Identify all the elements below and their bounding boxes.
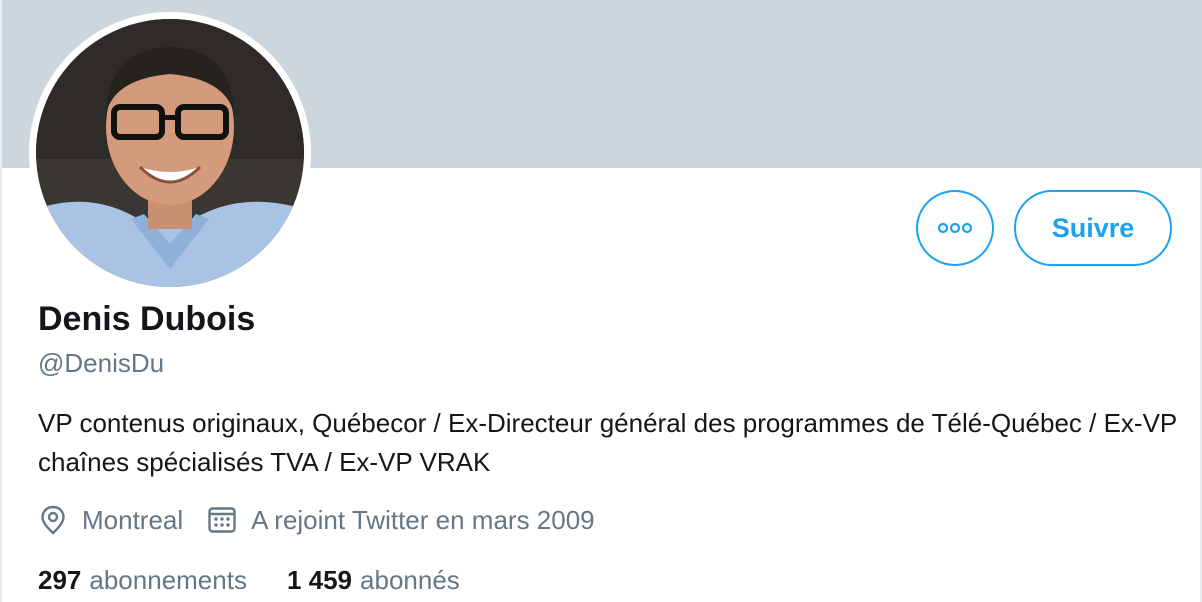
calendar-icon — [207, 505, 237, 535]
profile-stats: 297 abonnements 1 459 abonnés — [38, 560, 460, 600]
profile-card: Suivre Denis Dubois @DenisDu VP contenus… — [0, 0, 1202, 602]
follow-button[interactable]: Suivre — [1014, 190, 1172, 266]
profile-meta: Montreal A rejoint Twitter en mars 2009 — [38, 500, 595, 540]
following-count: 297 — [38, 564, 82, 595]
profile-avatar[interactable] — [29, 12, 311, 294]
followers-label: abonnés — [360, 564, 460, 595]
location-pin-icon — [38, 504, 68, 536]
profile-join-date: A rejoint Twitter en mars 2009 — [251, 504, 595, 535]
following-link[interactable]: 297 abonnements — [38, 565, 247, 596]
followers-link[interactable]: 1 459 abonnés — [287, 565, 460, 596]
more-options-button[interactable] — [916, 190, 994, 266]
profile-handle: @DenisDu — [38, 348, 165, 378]
more-dots-icon — [937, 222, 973, 234]
following-label: abonnements — [89, 564, 247, 595]
profile-location: Montreal — [82, 504, 184, 535]
avatar-photo — [36, 19, 304, 287]
profile-bio: VP contenus originaux, Québecor / Ex-Dir… — [38, 408, 1177, 477]
followers-count: 1 459 — [286, 564, 353, 595]
profile-name: Denis Dubois — [38, 300, 256, 338]
